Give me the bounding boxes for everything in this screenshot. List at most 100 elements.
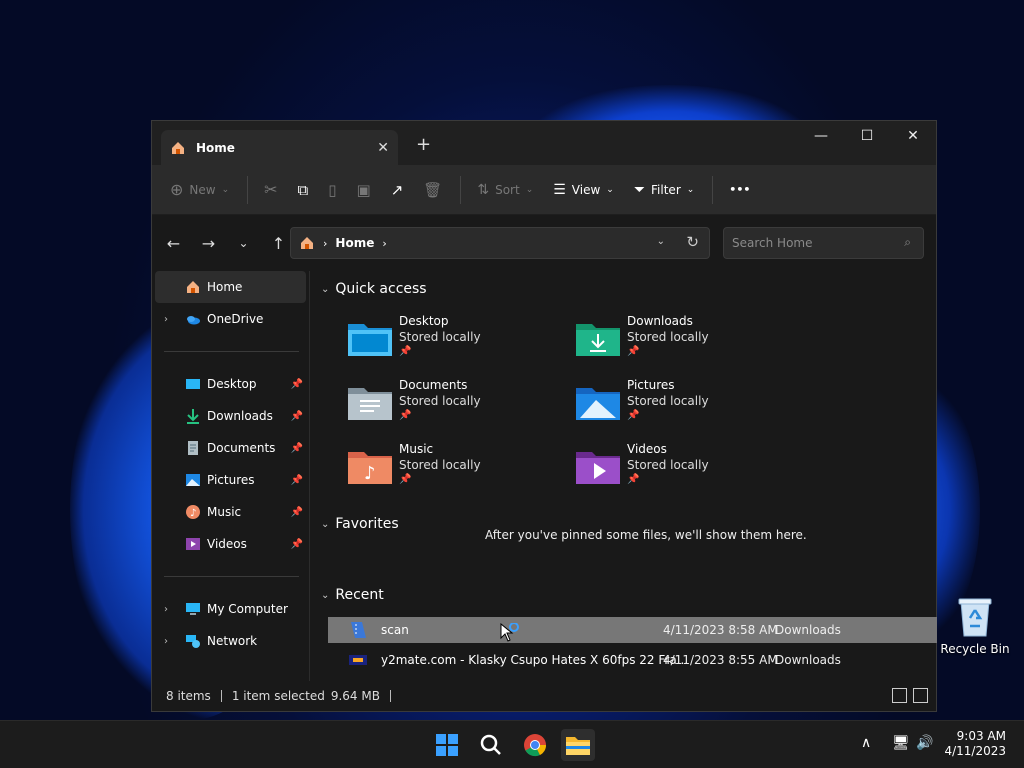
maximize-button[interactable]: ☐ — [844, 121, 890, 151]
recent-file-row[interactable]: scan 4/11/2023 8:58 AM Downloads — [328, 617, 937, 643]
clock-date: 4/11/2023 — [944, 744, 1006, 758]
search-taskbar-button[interactable] — [474, 729, 508, 761]
address-dropdown-icon[interactable]: ⌄ — [657, 236, 665, 247]
tab-home[interactable]: Home ✕ — [161, 130, 398, 165]
sidebar-item-downloads[interactable]: Downloads 📌 — [152, 400, 309, 432]
sort-button[interactable]: ⇅ Sort ⌄ — [477, 174, 533, 206]
divider — [712, 175, 714, 204]
svg-text:♪: ♪ — [364, 463, 376, 484]
sidebar-item-my-computer[interactable]: › My Computer — [152, 593, 309, 625]
quick-access-header[interactable]: ⌄ Quick access — [321, 281, 427, 297]
music-folder-icon: ♪ — [348, 452, 392, 484]
breadcrumb-home[interactable]: Home — [335, 236, 374, 250]
recycle-bin-shortcut[interactable]: Recycle Bin — [940, 596, 1010, 656]
rename-button[interactable]: ▣ — [357, 174, 371, 206]
quick-access-pictures[interactable]: Pictures Stored locally 📌 — [576, 378, 796, 438]
copy-button[interactable]: ⧉ — [298, 174, 309, 206]
computer-icon — [186, 603, 200, 615]
sidebar-item-network[interactable]: › Network — [152, 625, 309, 657]
filter-button[interactable]: ⏷ Filter ⌄ — [634, 174, 694, 206]
breadcrumb-separator: › — [323, 236, 328, 250]
documents-icon — [188, 441, 198, 455]
pin-icon: 📌 — [290, 410, 303, 422]
quick-access-desktop[interactable]: Desktop Stored locally 📌 — [348, 314, 568, 374]
close-window-button[interactable]: ✕ — [890, 121, 936, 151]
copy-icon: ⧉ — [297, 180, 309, 199]
more-options-button[interactable]: ••• — [729, 174, 750, 206]
divider — [389, 690, 391, 702]
close-tab-button[interactable]: ✕ — [377, 140, 389, 156]
quick-access-videos[interactable]: Videos Stored locally 📌 — [576, 442, 796, 502]
chevron-right-icon[interactable]: › — [164, 604, 168, 615]
home-icon — [187, 281, 199, 293]
network-icon — [186, 635, 200, 648]
onedrive-icon — [187, 316, 200, 325]
file-name: y2mate.com - Klasky Csupo Hates X 60fps … — [381, 653, 689, 667]
recent-locations-chevron-icon[interactable]: ⌄ — [226, 236, 261, 250]
sidebar-item-documents[interactable]: Documents 📌 — [152, 432, 309, 464]
recent-file-row[interactable]: y2mate.com - Klasky Csupo Hates X 60fps … — [328, 647, 937, 673]
chrome-taskbar-button[interactable] — [518, 729, 552, 761]
home-icon — [301, 237, 313, 249]
search-box[interactable]: Search Home ⌕ — [723, 227, 924, 259]
start-button[interactable] — [430, 729, 464, 761]
folder-status: Stored locally — [399, 458, 481, 472]
sidebar-documents-label: Documents — [207, 441, 276, 455]
volume-icon[interactable]: 🔊 — [916, 735, 933, 751]
file-date: 4/11/2023 8:58 AM — [663, 623, 778, 637]
delete-button[interactable]: 🗑 — [423, 174, 442, 206]
breadcrumb-chevron-icon[interactable]: › — [382, 237, 386, 250]
home-icon — [172, 141, 184, 154]
clock[interactable]: 9:03 AM 4/11/2023 — [944, 729, 1006, 759]
new-button[interactable]: ⊕ New ⌄ — [170, 174, 229, 206]
divider — [460, 175, 462, 204]
file-explorer-taskbar-button[interactable] — [561, 729, 595, 761]
pin-icon: 📌 — [627, 474, 640, 485]
favorites-header[interactable]: ⌄ Favorites — [321, 516, 399, 532]
recent-header[interactable]: ⌄ Recent — [321, 587, 384, 603]
sidebar-item-home[interactable]: Home — [155, 271, 306, 303]
filter-label: Filter — [651, 182, 681, 197]
sidebar-item-onedrive[interactable]: › OneDrive — [152, 303, 309, 335]
sidebar-item-pictures[interactable]: Pictures 📌 — [152, 464, 309, 496]
sidebar-videos-label: Videos — [207, 537, 247, 551]
view-button[interactable]: ☰ View ⌄ — [553, 174, 614, 206]
back-arrow-icon[interactable]: ← — [156, 234, 191, 253]
chevron-right-icon[interactable]: › — [164, 314, 168, 325]
recycle-bin-label: Recycle Bin — [940, 642, 1010, 656]
quick-access-documents[interactable]: Documents Stored locally 📌 — [348, 378, 568, 438]
quick-access-music[interactable]: ♪ Music Stored locally 📌 — [348, 442, 568, 502]
chevron-down-icon: ⌄ — [606, 184, 614, 195]
refresh-icon[interactable]: ↻ — [686, 233, 699, 251]
new-label: New — [189, 182, 216, 197]
divider — [220, 690, 222, 702]
sidebar-item-desktop[interactable]: Desktop 📌 — [152, 368, 309, 400]
file-explorer-window: Home ✕ + — ☐ ✕ ⊕ New ⌄ ✂ ⧉ ▯ ▣ ↗ 🗑 ⇅ Sor… — [151, 120, 937, 712]
new-tab-button[interactable]: + — [416, 134, 431, 155]
address-bar[interactable]: › Home › ⌄ ↻ — [290, 227, 710, 259]
svg-text:♪: ♪ — [190, 508, 196, 519]
videos-icon — [186, 538, 200, 550]
sidebar-item-music[interactable]: ♪ Music 📌 — [152, 496, 309, 528]
paste-button[interactable]: ▯ — [328, 174, 336, 206]
quick-access-downloads[interactable]: Downloads Stored locally 📌 — [576, 314, 796, 374]
sort-icon: ⇅ — [477, 181, 490, 198]
pin-icon: 📌 — [290, 378, 303, 390]
show-hidden-icons-chevron-icon[interactable]: ∧ — [861, 735, 871, 751]
forward-arrow-icon[interactable]: → — [191, 234, 226, 253]
minimize-button[interactable]: — — [798, 121, 844, 151]
status-bar: 8 items 1 item selected 9.64 MB — [152, 681, 936, 711]
network-status-icon[interactable]: 🖥 — [892, 735, 910, 751]
details-view-icon[interactable] — [892, 688, 907, 703]
documents-folder-icon — [348, 388, 392, 420]
folder-name: Downloads — [627, 314, 693, 328]
cut-button[interactable]: ✂ — [264, 174, 277, 206]
view-label: View — [571, 182, 601, 197]
address-row: ← → ⌄ ↑ › Home › ⌄ ↻ Search Home ⌕ — [152, 215, 936, 271]
sidebar-item-videos[interactable]: Videos 📌 — [152, 528, 309, 560]
tiles-view-icon[interactable] — [913, 688, 928, 703]
pictures-folder-icon — [576, 388, 620, 420]
chevron-right-icon[interactable]: › — [164, 636, 168, 647]
share-button[interactable]: ↗ — [391, 174, 404, 206]
title-bar: Home ✕ + — ☐ ✕ — [152, 121, 936, 165]
